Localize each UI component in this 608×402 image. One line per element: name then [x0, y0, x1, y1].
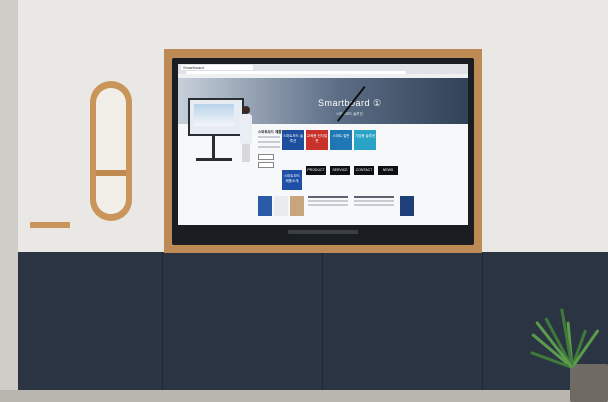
info-button[interactable]	[258, 154, 274, 160]
tile-label: 기업용 솔루션	[354, 134, 376, 138]
plant-pot	[570, 364, 608, 402]
presenter-legs	[242, 144, 250, 162]
news-line	[308, 196, 348, 198]
category-tile[interactable]: 스마트 칠판	[330, 130, 352, 150]
floor	[0, 390, 608, 402]
display-screen[interactable]: Smartboard Smartboard ① 스마트보드 솔루션 스마트보드 …	[178, 64, 468, 235]
tile-label: 스마트보드 솔루션	[282, 134, 304, 143]
news-line	[308, 204, 348, 206]
panel-seam	[162, 252, 163, 392]
nav-tile[interactable]: SERVICE	[330, 166, 350, 175]
small-wall-shelf	[30, 222, 70, 228]
niche-shelf	[96, 170, 126, 176]
board-chart-graphic	[194, 104, 234, 126]
wall-edge	[0, 0, 18, 402]
info-line	[258, 146, 280, 148]
category-tile[interactable]: 교육용 전자칠판	[306, 130, 328, 150]
news-line	[354, 200, 394, 202]
product-thumbnail[interactable]	[290, 196, 304, 216]
board-stand-base	[196, 158, 232, 161]
nav-tile[interactable]: PRODUCT	[306, 166, 326, 175]
info-line	[258, 141, 280, 143]
nav-tile[interactable]: CONTACT	[354, 166, 374, 175]
wall-lower-panel	[18, 252, 608, 392]
news-line	[354, 204, 394, 206]
category-tile[interactable]: 기업용 솔루션	[354, 130, 376, 150]
panel-seam	[322, 252, 323, 392]
tile-label: 스마트보드 제품소개	[283, 174, 301, 183]
presenter-head	[242, 106, 250, 114]
news-line	[308, 200, 348, 202]
tile-label: 스마트 칠판	[332, 134, 350, 138]
info-line	[258, 136, 280, 138]
category-tile[interactable]: 스마트보드 솔루션	[282, 130, 304, 150]
nav-tile[interactable]: NEWS	[378, 166, 398, 175]
product-intro-tile[interactable]: 스마트보드 제품소개	[282, 170, 302, 190]
news-item[interactable]	[308, 196, 348, 216]
product-thumbnail[interactable]	[258, 196, 272, 216]
taskbar[interactable]	[288, 230, 358, 234]
product-thumbnail[interactable]	[400, 196, 414, 216]
info-button[interactable]	[258, 162, 274, 168]
browser-tab[interactable]: Smartboard	[181, 65, 253, 70]
wall-niche-inner	[96, 88, 126, 214]
presenter-body	[240, 114, 252, 144]
news-line	[354, 196, 394, 198]
board-stand	[212, 134, 215, 158]
tile-label: 교육용 전자칠판	[306, 134, 328, 143]
product-thumbnail[interactable]	[274, 196, 288, 216]
panel-seam	[482, 252, 483, 392]
browser-toolbar: Smartboard	[178, 64, 468, 74]
news-item[interactable]	[354, 196, 394, 216]
